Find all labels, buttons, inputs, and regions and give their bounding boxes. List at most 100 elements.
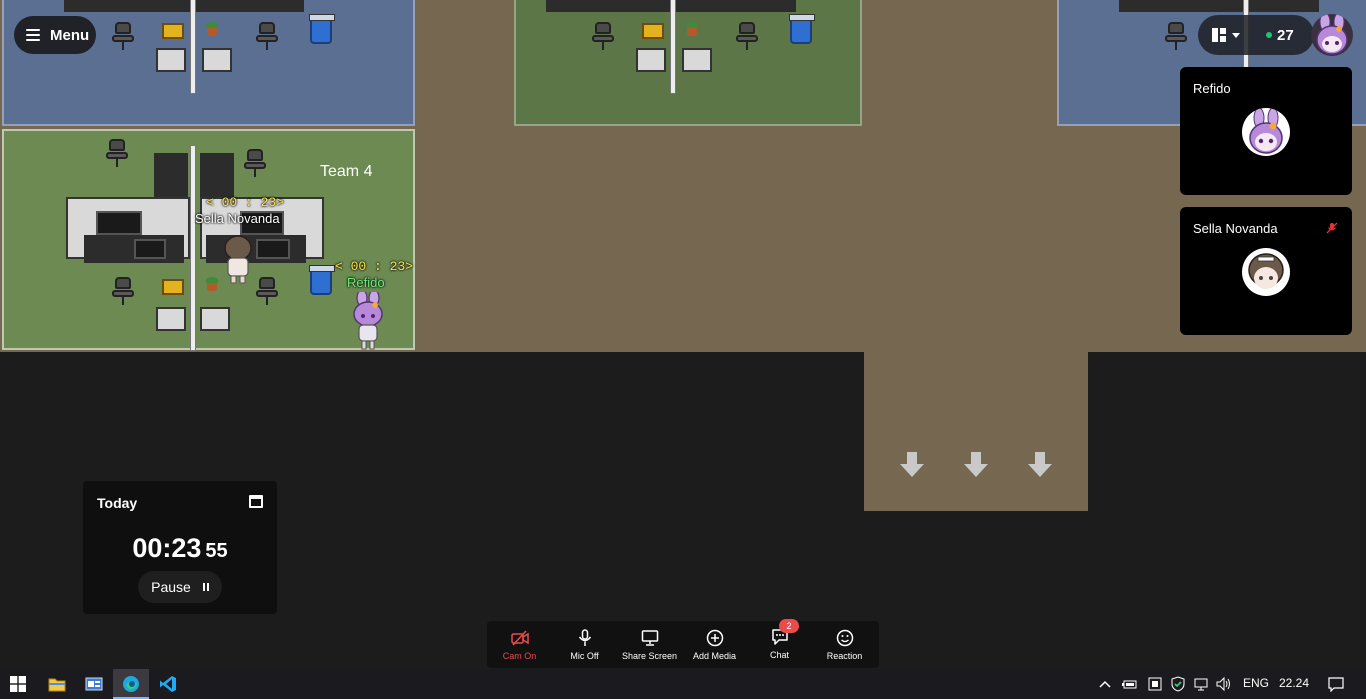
player-name: Sella Novanda — [195, 211, 280, 226]
cabinet — [156, 307, 186, 331]
cam-label: Cam On — [502, 651, 537, 661]
security-shield-icon[interactable] — [1167, 669, 1189, 699]
chevron-down-icon — [1232, 32, 1240, 38]
chevron-up-icon[interactable] — [1094, 669, 1116, 699]
desk — [1119, 0, 1319, 12]
layout-toggle-button[interactable] — [1212, 28, 1240, 42]
app-tray-icon[interactable] — [1144, 669, 1166, 699]
grid-layout-icon — [1212, 28, 1226, 42]
online-count[interactable]: 27 — [1266, 27, 1294, 44]
exit-corridor — [864, 352, 1088, 511]
battery-icon[interactable] — [1119, 669, 1141, 699]
windows-start-icon[interactable] — [0, 669, 36, 699]
partition — [154, 153, 188, 197]
online-indicator-icon — [1266, 32, 1272, 38]
plant — [206, 22, 218, 36]
cabinet — [200, 307, 230, 331]
profile-avatar[interactable] — [1311, 14, 1353, 56]
mic-label: Mic Off — [570, 651, 599, 661]
chair — [256, 277, 278, 305]
chair — [592, 22, 614, 50]
media-label: Add Media — [692, 651, 737, 661]
share-label: Share Screen — [621, 651, 678, 661]
timer-hours: 00 — [132, 533, 163, 563]
chat-label: Chat — [769, 650, 789, 660]
app-root: Team 4 < 00 : 23> Sella Novanda < 00: 2… — [0, 0, 1366, 699]
calendar-icon[interactable] — [249, 495, 263, 508]
camera-off-icon — [510, 629, 529, 647]
language-indicator[interactable]: ENG — [1243, 676, 1269, 690]
cabinet — [202, 48, 232, 72]
arrow-down-icon — [900, 452, 924, 478]
box — [642, 23, 664, 39]
mic-button[interactable]: Mic Off — [552, 621, 617, 668]
chair — [112, 22, 134, 50]
vscode-icon[interactable] — [150, 669, 186, 699]
player-avatar-sella[interactable] — [223, 234, 253, 284]
timer-display: 00:23 55 — [83, 533, 277, 564]
menu-button[interactable]: Menu — [14, 16, 96, 54]
video-tile-refido[interactable]: Refido — [1180, 67, 1352, 195]
player-name: Refido — [347, 275, 385, 290]
arrow-down-icon — [1028, 452, 1052, 478]
monitor — [256, 239, 290, 259]
box — [162, 23, 184, 39]
plant — [686, 22, 698, 36]
trash-bin — [309, 265, 335, 295]
focus-timer-widget: Today 00:23 55 Pause — [83, 481, 277, 614]
mic-muted-icon — [1326, 221, 1338, 234]
reaction-button[interactable]: Reaction — [812, 621, 877, 668]
chair — [736, 22, 758, 50]
notifications-icon[interactable] — [1318, 669, 1354, 699]
plus-circle-icon — [706, 629, 724, 647]
chair — [1165, 22, 1187, 50]
cam-button[interactable]: Cam On — [487, 621, 552, 668]
clock[interactable]: 22.24 — [1279, 676, 1309, 690]
pause-label: Pause — [151, 579, 191, 595]
chair — [106, 139, 128, 167]
timer-seconds: 55 — [205, 540, 228, 562]
cabinet — [156, 48, 186, 72]
add-media-button[interactable]: Add Media — [682, 621, 747, 668]
player-timer: < 00 : 23> — [206, 195, 285, 210]
divider — [670, 0, 676, 94]
hamburger-icon — [26, 29, 40, 41]
media-toolbar: Cam On Mic Off Share Screen Add Media Ch… — [487, 621, 879, 668]
microphone-icon — [576, 629, 594, 647]
room-top-middle — [514, 0, 862, 126]
arrow-down-icon — [964, 452, 988, 478]
volume-icon[interactable] — [1213, 669, 1235, 699]
edge-browser-icon[interactable] — [113, 669, 149, 699]
monitor — [134, 239, 166, 259]
tile-participant-name: Refido — [1193, 81, 1231, 96]
divider — [190, 0, 196, 94]
smiley-icon — [836, 629, 854, 647]
chair — [256, 22, 278, 50]
chair — [112, 277, 134, 305]
participant-avatar — [1242, 108, 1290, 156]
menu-label: Menu — [50, 26, 90, 44]
room-label: Team 4 — [320, 163, 373, 180]
monitor-icon — [641, 629, 659, 647]
timer-minutes: 23 — [171, 533, 202, 563]
box — [162, 279, 184, 295]
cabinet — [682, 48, 712, 72]
tile-participant-name: Sella Novanda — [1193, 221, 1278, 236]
desk — [64, 0, 304, 12]
pause-button[interactable]: Pause — [138, 571, 222, 603]
monitor — [96, 211, 142, 235]
control-panel-icon[interactable] — [76, 669, 112, 699]
timer-title: Today — [97, 495, 138, 511]
pause-icon — [202, 583, 209, 591]
participant-avatar — [1242, 248, 1290, 296]
trash-bin — [309, 14, 335, 44]
file-explorer-icon[interactable] — [39, 669, 75, 699]
top-right-controls: 27 — [1198, 15, 1314, 55]
share-screen-button[interactable]: Share Screen — [617, 621, 682, 668]
player-avatar-refido[interactable] — [351, 289, 385, 350]
video-tile-sella[interactable]: Sella Novanda — [1180, 207, 1352, 335]
chat-unread-badge: 2 — [779, 619, 799, 633]
online-count-value: 27 — [1277, 26, 1294, 44]
player-timer: < 00 : 23> — [335, 259, 414, 274]
network-icon[interactable] — [1190, 669, 1212, 699]
